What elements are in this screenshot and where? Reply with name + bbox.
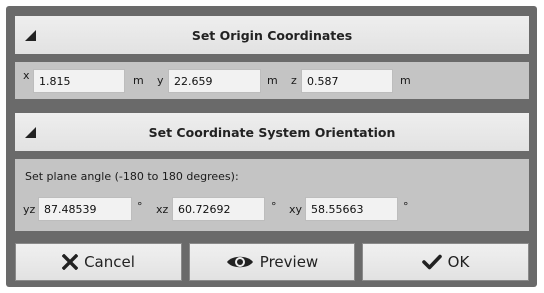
yz-label: yz [23,203,36,216]
xy-angle-input[interactable] [305,197,398,221]
origin-panel: x m y m z m [15,62,529,99]
cancel-button-label: Cancel [84,253,135,271]
orientation-panel: Set plane angle (-180 to 180 degrees): y… [15,159,529,231]
z-unit-label: m [400,74,411,87]
xz-degree-label: ° [271,200,277,213]
xz-label: xz [156,203,169,216]
cancel-button[interactable]: Cancel [15,243,182,281]
yz-angle-input[interactable] [38,197,132,221]
yz-degree-label: ° [137,200,143,213]
x-unit-label: m [133,74,144,87]
xy-degree-label: ° [403,200,409,213]
y-unit-label: m [267,74,278,87]
preview-button[interactable]: Preview [189,243,355,281]
orientation-section-header[interactable]: Set Coordinate System Orientation [15,113,529,151]
x-coordinate-input[interactable] [33,69,125,93]
preview-button-label: Preview [259,253,319,271]
collapse-triangle-icon[interactable] [25,30,36,41]
origin-section-header[interactable]: Set Origin Coordinates [15,16,529,54]
plane-angle-label: Set plane angle (-180 to 180 degrees): [25,170,239,183]
coordinate-system-dialog: Set Origin Coordinates x m y m z m Set C… [6,6,537,287]
y-label: y [157,74,164,87]
z-coordinate-input[interactable] [301,69,393,93]
eye-icon [226,256,253,268]
z-label: z [291,74,297,87]
xz-angle-input[interactable] [172,197,265,221]
checkmark-icon [421,254,442,270]
x-label: x [23,69,30,82]
origin-section-title: Set Origin Coordinates [191,27,353,43]
y-coordinate-input[interactable] [168,69,261,93]
ok-button-label: OK [447,253,470,271]
x-icon [62,254,79,270]
collapse-triangle-icon[interactable] [25,127,36,138]
orientation-section-title: Set Coordinate System Orientation [148,124,396,140]
xy-label: xy [289,203,303,216]
ok-button[interactable]: OK [362,243,529,281]
